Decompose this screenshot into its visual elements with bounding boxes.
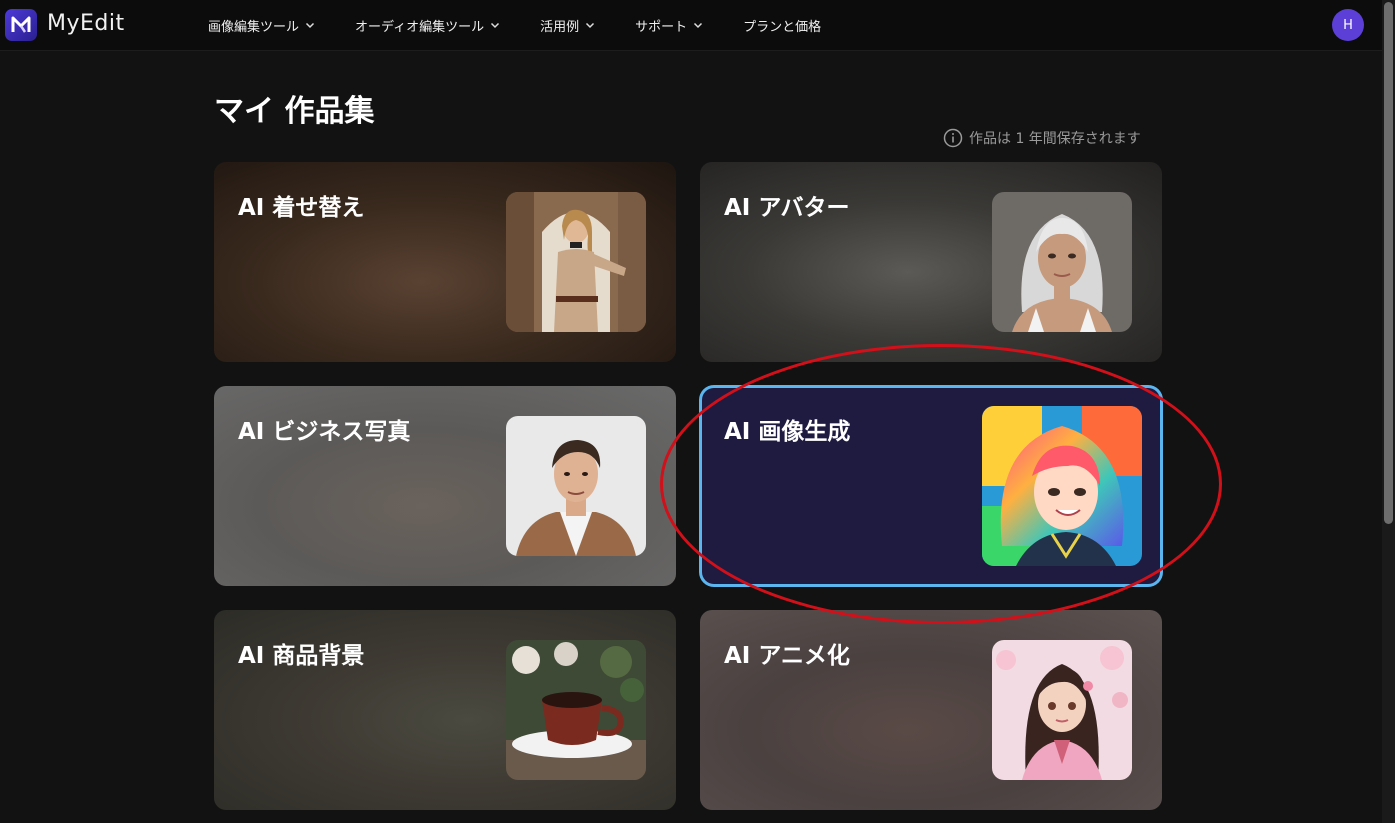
nav-item-pricing[interactable]: プランと価格	[743, 16, 821, 35]
chevron-down-icon	[586, 22, 595, 29]
nav-item-support[interactable]: サポート	[635, 16, 703, 35]
info-icon	[943, 128, 963, 148]
card-ai-outfit[interactable]: AI 着せ替え	[214, 162, 676, 362]
card-title: AI 商品背景	[238, 643, 365, 669]
card-ai-image-generation[interactable]: AI 画像生成	[702, 388, 1160, 584]
brand-name[interactable]: MyEdit	[47, 11, 125, 36]
fashion-woman-thumbnail-icon	[506, 192, 646, 332]
myedit-logo-icon[interactable]	[5, 9, 37, 41]
nav-item-label: オーディオ編集ツール	[355, 19, 485, 35]
scrollbar-thumb[interactable]	[1384, 2, 1393, 524]
avatar-silver-hair-thumbnail-icon	[992, 192, 1132, 332]
user-avatar[interactable]: H	[1332, 9, 1364, 41]
card-ai-product-background[interactable]: AI 商品背景	[214, 610, 676, 810]
nav-item-label: 活用例	[540, 19, 580, 35]
card-ai-business-photo[interactable]: AI ビジネス写真	[214, 386, 676, 586]
top-navigation-bar: MyEdit 画像編集ツール オーディオ編集ツール 活用例 サポート プランと価…	[0, 0, 1382, 51]
chevron-down-icon	[491, 22, 500, 29]
coffee-cup-thumbnail-icon	[506, 640, 646, 780]
card-ai-anime[interactable]: AI アニメ化	[700, 610, 1162, 810]
main-nav: 画像編集ツール オーディオ編集ツール 活用例 サポート プランと価格	[208, 0, 861, 50]
page-title: マイ 作品集	[214, 94, 375, 129]
nav-item-label: プランと価格	[743, 19, 822, 35]
chevron-down-icon	[694, 22, 703, 29]
nav-item-label: サポート	[635, 19, 688, 35]
card-title: AI アニメ化	[724, 643, 850, 669]
nav-item-use-cases[interactable]: 活用例	[540, 16, 595, 35]
card-title: AI 着せ替え	[238, 195, 365, 221]
save-note-text: 作品は 1 年間保存されます	[969, 131, 1141, 147]
nav-item-label: 画像編集ツール	[208, 19, 300, 35]
anime-girl-sakura-thumbnail-icon	[992, 640, 1132, 780]
save-period-note: 作品は 1 年間保存されます	[943, 128, 1141, 148]
chevron-down-icon	[305, 22, 315, 29]
nav-item-image-tools[interactable]: 画像編集ツール	[208, 16, 315, 35]
card-title: AI ビジネス写真	[238, 419, 411, 445]
card-title: AI 画像生成	[724, 419, 851, 445]
anime-colorful-hair-thumbnail-icon	[982, 406, 1142, 566]
card-title: AI アバター	[724, 195, 850, 221]
nav-item-audio-tools[interactable]: オーディオ編集ツール	[355, 16, 500, 35]
business-man-thumbnail-icon	[506, 416, 646, 556]
card-ai-avatar[interactable]: AI アバター	[700, 162, 1162, 362]
